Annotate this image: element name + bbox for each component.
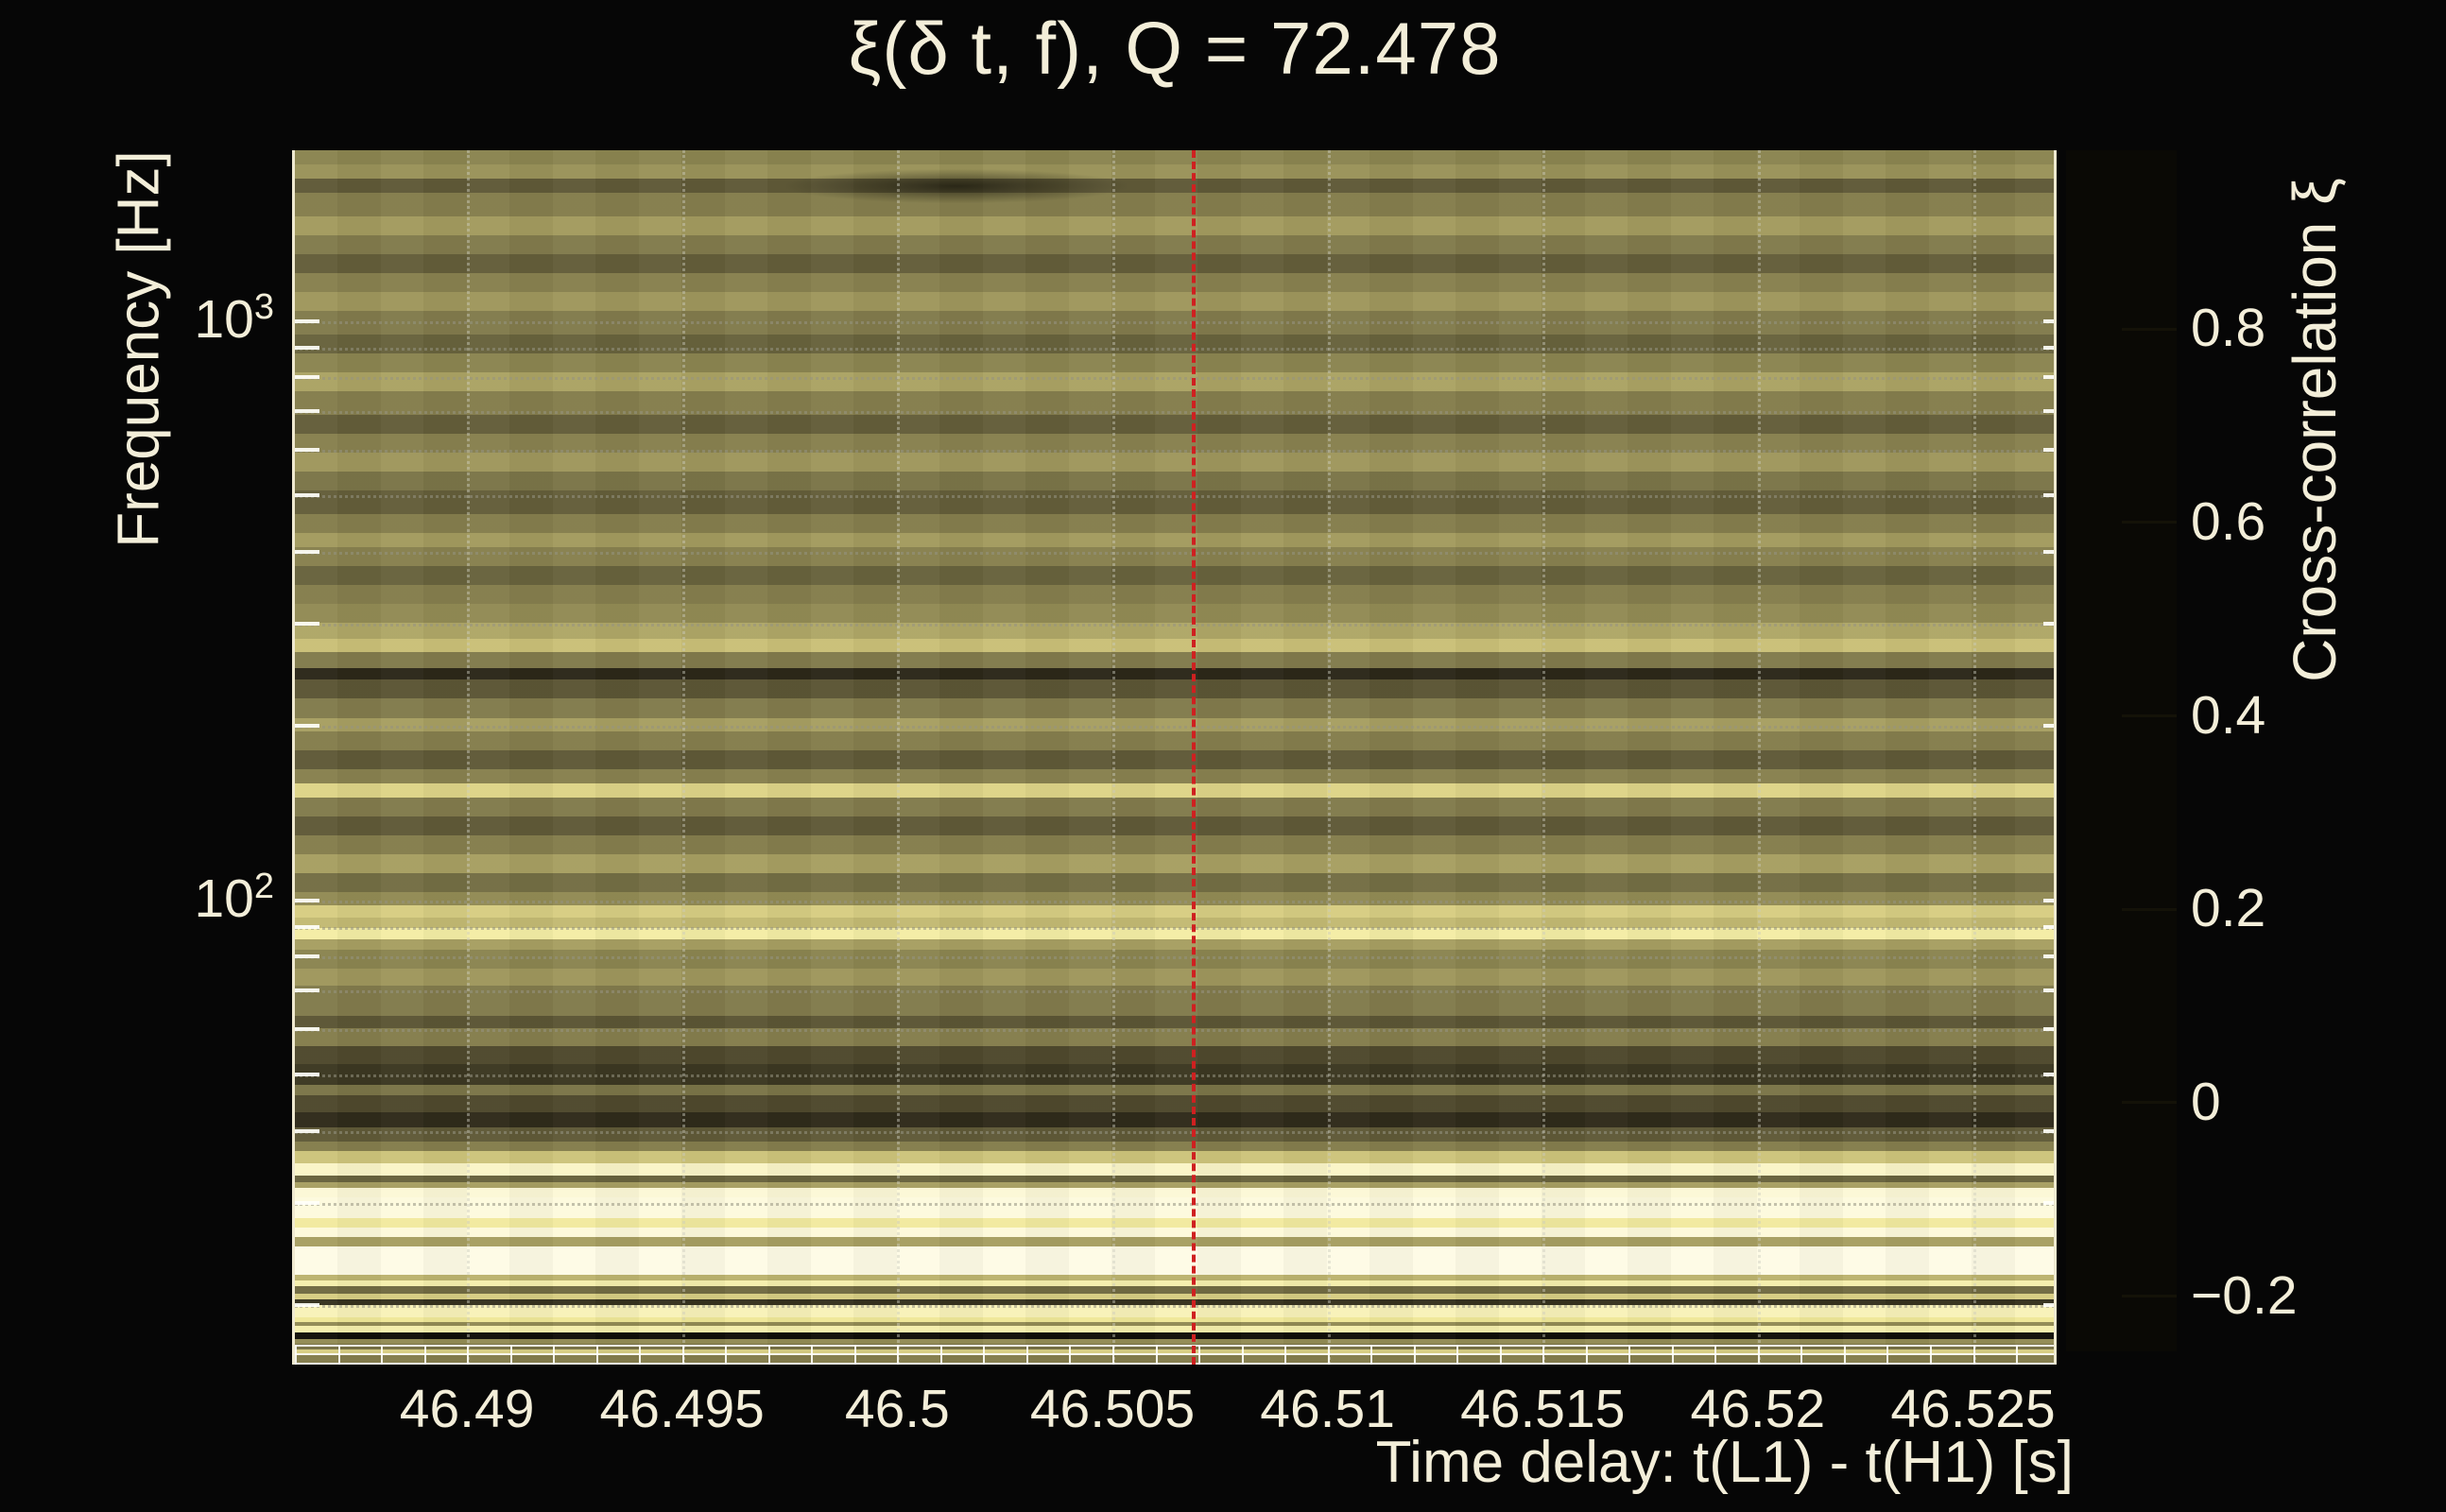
y-minor-tick-left	[295, 493, 319, 497]
x-gridline	[1112, 150, 1115, 1365]
y-minor-tick-left	[295, 550, 319, 554]
y-minor-tick-left	[295, 925, 319, 929]
y-minor-tick-left	[295, 1129, 319, 1133]
y-gridline	[295, 1029, 2055, 1032]
y-gridline	[295, 321, 2055, 324]
colorbar-tick-label: 0	[2191, 1071, 2399, 1133]
figure-title: ξ(δ t, f), Q = 72.478	[295, 6, 2055, 92]
y-gridline	[295, 624, 2055, 627]
right-spine	[2054, 150, 2057, 1365]
time-marker-line	[1192, 150, 1196, 1365]
y-minor-tick-left	[295, 375, 319, 379]
tile-grid-line	[295, 1363, 2055, 1365]
x-gridline	[1973, 150, 1976, 1365]
y-gridline	[295, 990, 2055, 993]
colorbar-tick	[2122, 328, 2177, 331]
y-gridline	[295, 1203, 2055, 1206]
y-gridline	[295, 450, 2055, 453]
y-minor-tick-left	[295, 346, 319, 350]
y-minor-tick-left	[295, 1073, 319, 1076]
colorbar-tick	[2122, 1101, 2177, 1104]
y-gridline	[295, 552, 2055, 555]
y-gridline	[295, 348, 2055, 351]
x-gridline	[1542, 150, 1545, 1365]
heatmap	[295, 150, 2055, 1365]
x-gridline	[1758, 150, 1761, 1365]
colorbar-label: Cross-correlation ξ	[2280, 52, 2350, 808]
y-gridline	[295, 956, 2055, 959]
tile-texture-overlay	[295, 150, 2055, 1365]
colorbar-tick	[2122, 1295, 2177, 1297]
x-tick-label: 46.495	[569, 1378, 796, 1440]
dark-smudge-overlay	[786, 169, 1127, 203]
y-minor-tick-left	[295, 1027, 319, 1031]
tile-grid-line	[295, 1345, 2055, 1347]
colorbar-tick	[2122, 521, 2177, 524]
y-minor-tick-left	[295, 409, 319, 413]
figure: ξ(δ t, f), Q = 72.478 Frequency [Hz] 103…	[0, 0, 2446, 1512]
y-minor-tick-left	[295, 319, 319, 323]
x-gridline	[467, 150, 470, 1365]
x-gridline	[897, 150, 900, 1365]
y-minor-tick-left	[295, 1303, 319, 1307]
y-tick-label: 103	[123, 287, 274, 351]
y-minor-tick-left	[295, 448, 319, 452]
colorbar-tick	[2122, 908, 2177, 911]
y-minor-tick-left	[295, 988, 319, 992]
y-gridline	[295, 1305, 2055, 1308]
y-minor-tick-left	[295, 954, 319, 958]
y-gridline	[295, 495, 2055, 498]
y-gridline	[295, 411, 2055, 414]
y-gridline	[295, 1074, 2055, 1077]
y-tick-label: 102	[123, 867, 274, 930]
y-minor-tick-left	[295, 622, 319, 626]
x-tick-label: 46.49	[353, 1378, 580, 1440]
y-minor-tick-left	[295, 1201, 319, 1205]
colorbar-tick-label: −0.2	[2191, 1264, 2399, 1327]
y-gridline	[295, 1131, 2055, 1134]
y-gridline	[295, 927, 2055, 930]
colorbar	[2066, 150, 2177, 1351]
colorbar-tick-label: 0.2	[2191, 877, 2399, 939]
y-gridline	[295, 377, 2055, 380]
y-minor-tick-left	[295, 899, 319, 902]
left-spine	[292, 150, 295, 1365]
x-axis-label: Time delay: t(L1) - t(H1) [s]	[1134, 1429, 2074, 1496]
tile-grid	[295, 1345, 2055, 1365]
x-gridline	[682, 150, 685, 1365]
x-gridline	[1328, 150, 1331, 1365]
y-minor-tick-left	[295, 724, 319, 728]
tile-grid-line	[295, 1353, 2055, 1355]
y-gridline	[295, 726, 2055, 729]
y-gridline	[295, 901, 2055, 903]
colorbar-tick	[2122, 714, 2177, 717]
x-tick-label: 46.5	[784, 1378, 1010, 1440]
